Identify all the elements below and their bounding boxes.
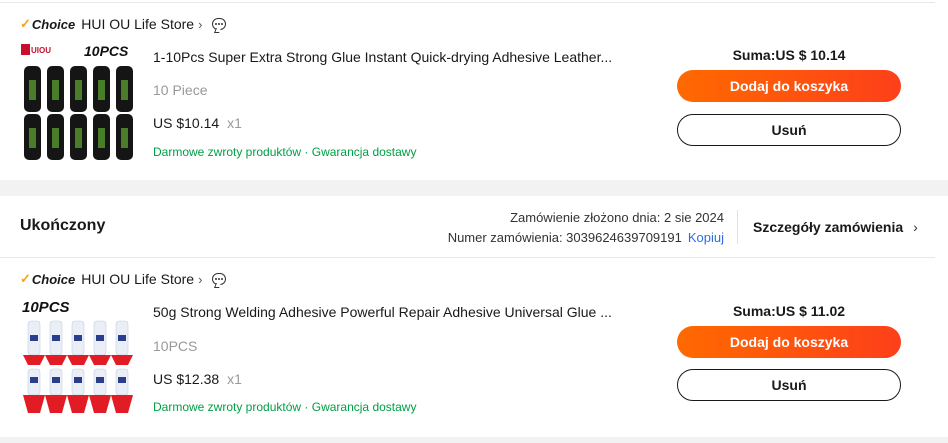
chat-icon[interactable] bbox=[212, 18, 227, 30]
brand-logo-text: UIOU bbox=[31, 46, 51, 55]
add-to-cart-button[interactable]: Dodaj do koszyka bbox=[677, 326, 901, 358]
remove-button[interactable]: Usuń bbox=[677, 369, 901, 401]
perks-row: Darmowe zwroty produktów · Gwarancja dos… bbox=[153, 145, 416, 159]
divider bbox=[0, 257, 935, 258]
order-details-label: Szczegóły zamówienia bbox=[753, 219, 904, 235]
store-name: HUI OU Life Store bbox=[81, 16, 195, 32]
check-icon: ✓ bbox=[20, 16, 31, 31]
chevron-right-icon: › bbox=[198, 17, 203, 32]
copy-button[interactable]: Kopiuj bbox=[688, 230, 724, 245]
order-number-row: Numer zamówienia: 3039624639709191 Kopiuj bbox=[448, 230, 724, 245]
order-card: ✓ Choice HUI OU Life Store › UIOU 10PCS 1… bbox=[0, 0, 948, 180]
delivery-guarantee-label: Gwarancja dostawy bbox=[311, 145, 417, 159]
check-icon: ✓ bbox=[20, 271, 31, 286]
divider bbox=[0, 2, 935, 3]
product-title[interactable]: 1-10Pcs Super Extra Strong Glue Instant … bbox=[153, 49, 612, 65]
store-name: HUI OU Life Store bbox=[81, 271, 195, 287]
chevron-right-icon: › bbox=[198, 272, 203, 287]
order-sum: Suma:US $ 10.14 bbox=[732, 47, 846, 63]
product-variant: 10 Piece bbox=[153, 82, 208, 98]
choice-badge: ✓ Choice bbox=[20, 16, 75, 32]
order-date: Zamówienie złożono dnia: 2 sie 2024 bbox=[510, 210, 724, 225]
order-sum: Suma:US $ 11.02 bbox=[732, 303, 846, 319]
thumb-label: 10PCS bbox=[84, 43, 129, 59]
free-returns-label: Darmowe zwroty produktów bbox=[153, 145, 302, 159]
product-title[interactable]: 50g Strong Welding Adhesive Powerful Rep… bbox=[153, 304, 612, 320]
quantity: x1 bbox=[227, 115, 242, 131]
store-row: ✓ Choice HUI OU Life Store › bbox=[20, 14, 227, 34]
chevron-right-icon: › bbox=[913, 219, 918, 235]
product-variant: 10PCS bbox=[153, 338, 198, 354]
perk-separator: · bbox=[304, 145, 309, 159]
store-link[interactable]: HUI OU Life Store › bbox=[81, 16, 202, 32]
store-link[interactable]: HUI OU Life Store › bbox=[81, 271, 202, 287]
price-value: US $12.38 bbox=[153, 371, 220, 387]
product-price: US $10.14 x1 bbox=[153, 115, 242, 131]
product-thumbnail[interactable]: 10PCS bbox=[20, 297, 140, 417]
product-price: US $12.38 x1 bbox=[153, 371, 242, 387]
order-card: Ukończony Zamówienie złożono dnia: 2 sie… bbox=[0, 196, 948, 437]
quantity: x1 bbox=[227, 371, 242, 387]
choice-label: Choice bbox=[31, 16, 76, 32]
thumb-label: 10PCS bbox=[22, 299, 70, 316]
choice-label: Choice bbox=[31, 271, 76, 287]
add-to-cart-button[interactable]: Dodaj do koszyka bbox=[677, 70, 901, 102]
price-value: US $10.14 bbox=[153, 115, 220, 131]
free-returns-label: Darmowe zwroty produktów bbox=[153, 400, 302, 414]
chat-icon[interactable] bbox=[212, 273, 227, 285]
perks-row: Darmowe zwroty produktów · Gwarancja dos… bbox=[153, 400, 416, 414]
product-thumbnail[interactable]: UIOU 10PCS bbox=[20, 42, 140, 162]
store-row: ✓ Choice HUI OU Life Store › bbox=[20, 269, 227, 289]
choice-badge: ✓ Choice bbox=[20, 271, 75, 287]
order-number: Numer zamówienia: 3039624639709191 bbox=[447, 230, 682, 245]
divider bbox=[737, 210, 738, 244]
remove-button[interactable]: Usuń bbox=[677, 114, 901, 146]
order-status: Ukończony bbox=[20, 217, 106, 234]
perk-separator: · bbox=[304, 400, 309, 414]
order-details-link[interactable]: Szczegóły zamówienia › bbox=[753, 219, 918, 235]
delivery-guarantee-label: Gwarancja dostawy bbox=[311, 400, 417, 414]
